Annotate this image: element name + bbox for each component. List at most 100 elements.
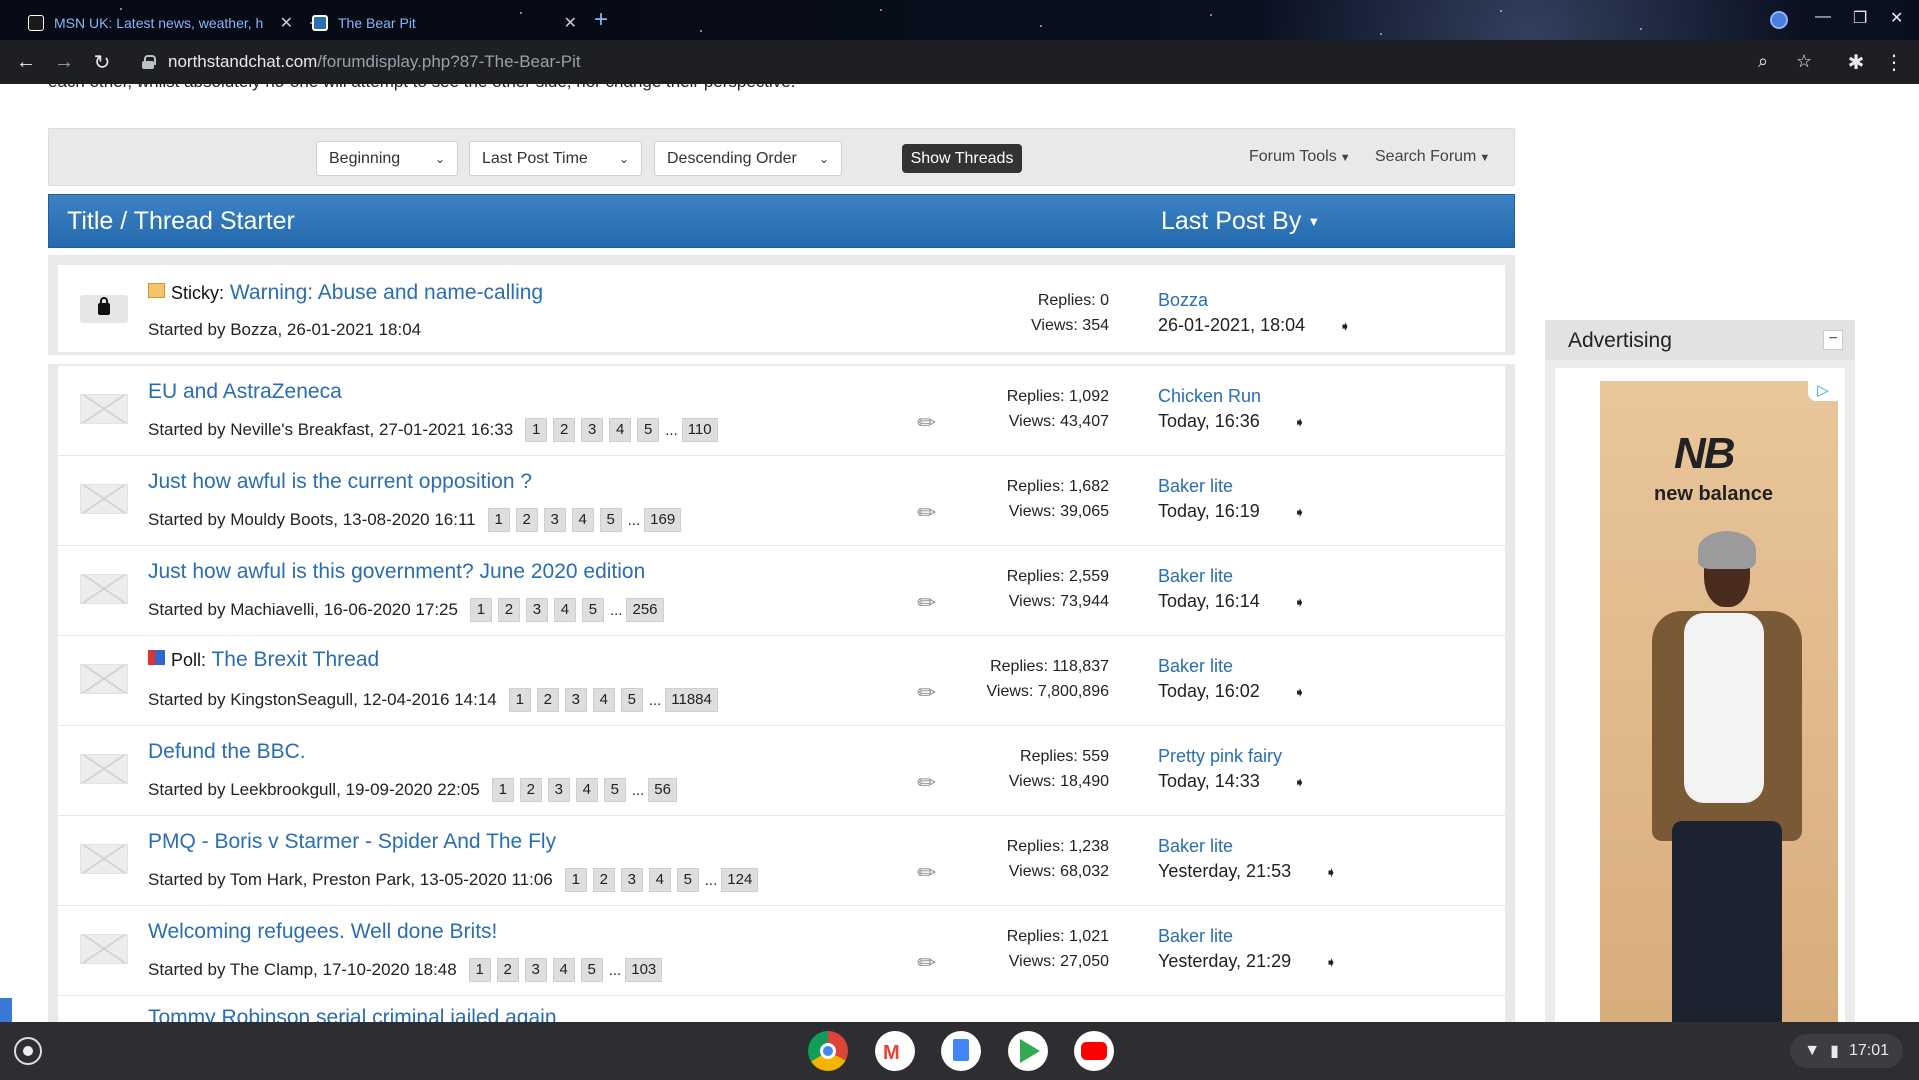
go-to-last-post-icon[interactable]: ➧: [1294, 594, 1306, 610]
page-link[interactable]: 4: [609, 418, 632, 442]
last-page-link[interactable]: 256: [626, 598, 664, 622]
page-link[interactable]: 4: [592, 688, 615, 712]
last-poster-link[interactable]: Bozza: [1158, 288, 1351, 313]
last-post-column-header[interactable]: Last Post By ▼: [1161, 207, 1320, 236]
go-to-last-post-icon[interactable]: ➧: [1325, 954, 1337, 970]
page-link[interactable]: 1: [469, 598, 492, 622]
page-link[interactable]: 2: [519, 778, 542, 802]
last-page-link[interactable]: 110: [681, 418, 718, 442]
last-poster-link[interactable]: Baker lite: [1158, 924, 1337, 949]
extensions-puzzle-icon[interactable]: ✱: [1842, 48, 1870, 76]
youtube-icon[interactable]: [1074, 1031, 1114, 1071]
thread-title-link[interactable]: Warning: Abuse and name-calling: [230, 281, 543, 304]
page-link[interactable]: 2: [553, 418, 576, 442]
page-link[interactable]: 5: [599, 508, 622, 532]
address-bar[interactable]: northstandchat.com/forumdisplay.php?87-T…: [128, 44, 1812, 80]
last-poster-link[interactable]: Baker lite: [1158, 564, 1305, 589]
gmail-icon[interactable]: M: [875, 1031, 915, 1071]
page-link[interactable]: 3: [524, 958, 547, 982]
page-link[interactable]: 1: [508, 688, 531, 712]
page-link[interactable]: 5: [581, 598, 604, 622]
go-to-last-post-icon[interactable]: ➧: [1339, 318, 1351, 334]
forward-arrow-icon[interactable]: →: [50, 48, 78, 76]
ad-banner-image[interactable]: ▷ NB new balance: [1600, 381, 1838, 1022]
page-link[interactable]: 2: [592, 868, 615, 892]
page-link[interactable]: 4: [553, 598, 576, 622]
last-page-link[interactable]: 103: [625, 958, 663, 982]
thread-title-link[interactable]: EU and AstraZeneca: [148, 380, 342, 403]
collapse-icon[interactable]: −: [1823, 330, 1843, 350]
last-poster-link[interactable]: Baker lite: [1158, 654, 1305, 679]
last-poster-link[interactable]: Chicken Run: [1158, 384, 1305, 409]
restore-icon[interactable]: ❐: [1853, 8, 1867, 28]
page-link[interactable]: 5: [637, 418, 660, 442]
thread-title-link[interactable]: PMQ - Boris v Starmer - Spider And The F…: [148, 830, 556, 853]
thread-title-link[interactable]: Defund the BBC.: [148, 740, 306, 763]
thread-title-link[interactable]: The Brexit Thread: [211, 648, 379, 671]
forum-tools-menu[interactable]: Forum Tools ▼: [1249, 148, 1351, 166]
zoom-icon[interactable]: ⌕: [1758, 51, 1768, 72]
browser-menu-icon[interactable]: ⋮: [1880, 48, 1908, 76]
page-link[interactable]: 4: [575, 778, 598, 802]
close-window-icon[interactable]: ✕: [1890, 8, 1903, 28]
page-link[interactable]: 3: [581, 418, 604, 442]
close-tab-icon[interactable]: ✕: [280, 13, 293, 33]
page-link[interactable]: 3: [547, 778, 570, 802]
profile-icon[interactable]: [1770, 11, 1788, 29]
sort-by-select[interactable]: Last Post Time ⌄: [469, 141, 642, 176]
tab-msn[interactable]: MSN UK: Latest news, weather, h ✕: [18, 6, 303, 40]
launcher-icon[interactable]: [14, 1037, 42, 1065]
docs-icon[interactable]: [941, 1031, 981, 1071]
page-link[interactable]: 1: [525, 418, 548, 442]
page-link[interactable]: 5: [603, 778, 626, 802]
page-link[interactable]: 4: [552, 958, 575, 982]
last-page-link[interactable]: 11884: [665, 688, 718, 712]
sort-order-select[interactable]: Descending Order ⌄: [654, 141, 842, 176]
page-link[interactable]: 1: [487, 508, 510, 532]
search-forum-menu[interactable]: Search Forum ▼: [1375, 148, 1490, 166]
page-link[interactable]: 4: [571, 508, 594, 532]
page-link[interactable]: 3: [620, 868, 643, 892]
go-to-last-post-icon[interactable]: ➧: [1294, 774, 1306, 790]
page-link[interactable]: 1: [468, 958, 491, 982]
page-link[interactable]: 5: [580, 958, 603, 982]
page-link[interactable]: 2: [515, 508, 538, 532]
bookmark-star-icon[interactable]: ☆: [1796, 51, 1812, 72]
back-arrow-icon[interactable]: ←: [12, 48, 40, 76]
thread-title-link[interactable]: Just how awful is this government? June …: [148, 560, 645, 583]
last-poster-link[interactable]: Baker lite: [1158, 474, 1305, 499]
go-to-last-post-icon[interactable]: ➧: [1294, 414, 1306, 430]
chrome-icon[interactable]: [808, 1031, 848, 1071]
page-link[interactable]: 5: [620, 688, 643, 712]
thread-title-link[interactable]: Tommy Robinson serial criminal jailed ag…: [148, 1006, 557, 1022]
go-to-last-post-icon[interactable]: ➧: [1294, 504, 1306, 520]
close-tab-icon[interactable]: ✕: [564, 13, 577, 33]
reload-icon[interactable]: ↻: [88, 48, 116, 76]
go-to-last-post-icon[interactable]: ➧: [1294, 684, 1306, 700]
page-link[interactable]: 1: [491, 778, 514, 802]
system-tray[interactable]: ▼ ▮ 17:01: [1790, 1034, 1903, 1068]
tab-bear-pit[interactable]: The Bear Pit ✕: [302, 6, 587, 40]
last-poster-link[interactable]: Baker lite: [1158, 834, 1337, 859]
go-to-last-post-icon[interactable]: ➧: [1325, 864, 1337, 880]
page-link[interactable]: 4: [648, 868, 671, 892]
page-link[interactable]: 3: [564, 688, 587, 712]
page-link[interactable]: 3: [543, 508, 566, 532]
side-panel-tab[interactable]: [0, 998, 12, 1022]
thread-title-link[interactable]: Welcoming refugees. Well done Brits!: [148, 920, 497, 943]
ad-choices-icon[interactable]: ▷: [1808, 381, 1838, 401]
new-tab-icon[interactable]: +: [594, 7, 608, 33]
play-store-icon[interactable]: [1008, 1031, 1048, 1071]
last-poster-link[interactable]: Pretty pink fairy: [1158, 744, 1305, 769]
page-link[interactable]: 2: [497, 598, 520, 622]
page-link[interactable]: 2: [496, 958, 519, 982]
thread-title-link[interactable]: Just how awful is the current opposition…: [148, 470, 532, 493]
show-threads-button[interactable]: Show Threads: [902, 144, 1022, 173]
page-link[interactable]: 3: [525, 598, 548, 622]
last-page-link[interactable]: 124: [721, 868, 759, 892]
last-page-link[interactable]: 169: [644, 508, 682, 532]
page-link[interactable]: 2: [536, 688, 559, 712]
prefix-select[interactable]: Beginning ⌄: [316, 141, 458, 176]
page-link[interactable]: 5: [676, 868, 699, 892]
page-link[interactable]: 1: [564, 868, 587, 892]
